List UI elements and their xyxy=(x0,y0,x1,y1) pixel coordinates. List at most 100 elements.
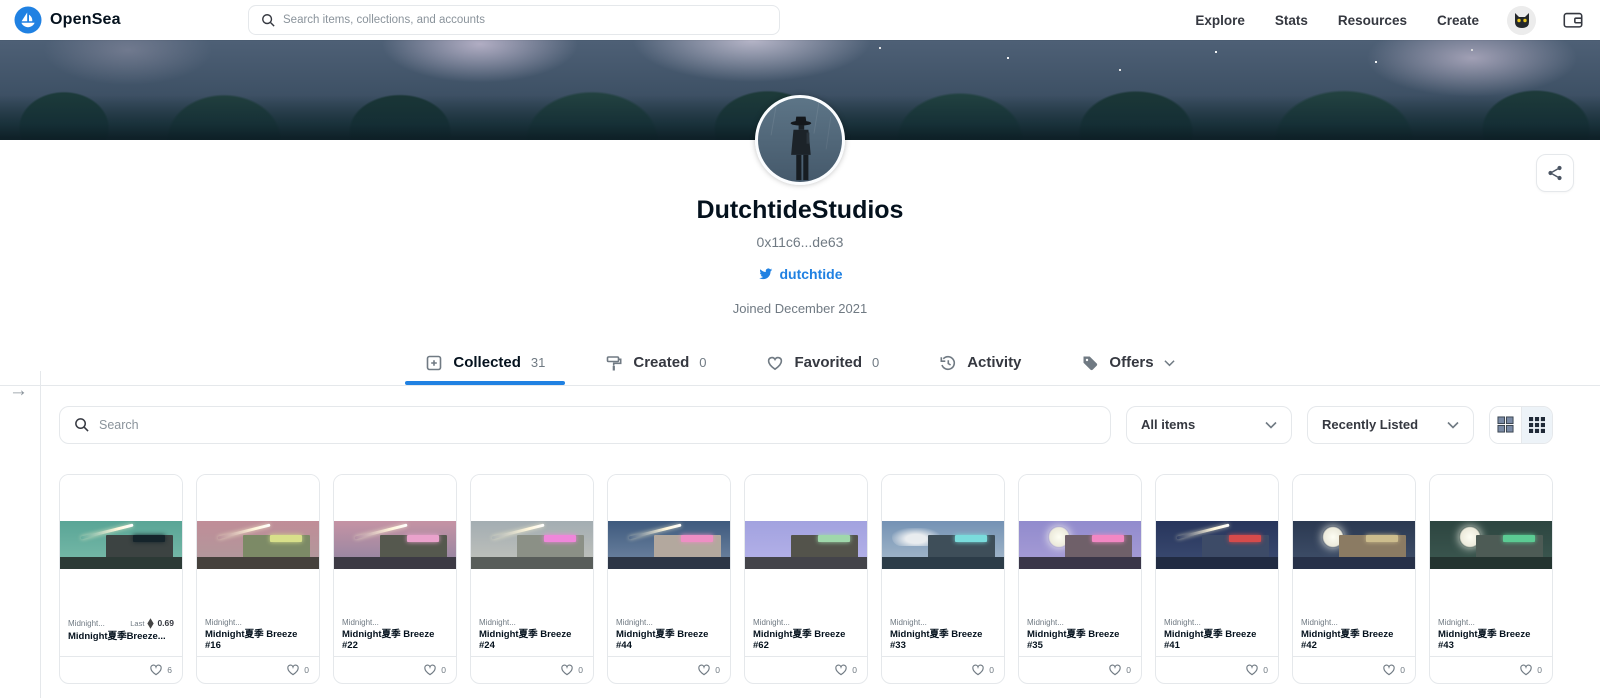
grid-small-view-button[interactable] xyxy=(1520,406,1552,443)
heart-tab-icon xyxy=(768,356,783,370)
nft-artwork xyxy=(334,520,456,569)
grid-2x2-icon xyxy=(1497,416,1514,433)
wallet-icon[interactable] xyxy=(1562,9,1584,31)
tab-favorited[interactable]: Favorited 0 xyxy=(760,341,885,385)
tab-activity[interactable]: Activity xyxy=(933,341,1027,385)
heart-icon[interactable] xyxy=(697,663,711,676)
collection-name: Midnight... xyxy=(205,617,242,627)
nft-card[interactable]: Midnight... Midnight夏季 Breeze #44 0 xyxy=(607,473,731,684)
nft-title: Midnight夏季 Breeze #24 xyxy=(479,628,572,651)
nft-card[interactable]: Midnight... Midnight夏季 Breeze #42 0 xyxy=(1292,473,1416,684)
heart-icon[interactable] xyxy=(1245,663,1259,676)
card-info: Midnight... Midnight夏季 Breeze #33 xyxy=(882,615,1004,656)
search-icon xyxy=(262,14,275,27)
joined-date: Joined December 2021 xyxy=(732,300,868,316)
wallet-address[interactable]: 0x11c6...de63 xyxy=(0,234,1600,250)
neon-sign-art xyxy=(1366,534,1398,542)
nft-card[interactable]: Midnight... Midnight夏季 Breeze #43 0 xyxy=(1429,473,1553,684)
global-search-input[interactable] xyxy=(283,14,767,26)
nav-explore[interactable]: Explore xyxy=(1195,13,1245,28)
profile-tabs: Collected 31 Created 0 Favorited 0 Activ… xyxy=(0,341,1600,386)
tab-created[interactable]: Created 0 xyxy=(599,341,712,385)
heart-icon[interactable] xyxy=(1108,663,1122,676)
card-info: Midnight... Midnight夏季 Breeze #35 xyxy=(1019,615,1141,656)
category-selected: All items xyxy=(1141,417,1196,432)
global-search[interactable] xyxy=(248,5,780,35)
created-count: 0 xyxy=(699,355,707,370)
tab-collected[interactable]: Collected 31 xyxy=(405,341,566,385)
card-footer: 0 xyxy=(608,655,730,683)
collection-name: Midnight... xyxy=(1301,617,1338,627)
card-info: Midnight... Midnight夏季 Breeze #44 xyxy=(608,615,730,656)
ground-art xyxy=(1293,556,1415,569)
card-footer: 6 xyxy=(60,655,182,683)
card-footer: 0 xyxy=(334,655,456,683)
nft-card[interactable]: Midnight... Midnight夏季 Breeze #16 0 xyxy=(196,473,320,684)
neon-sign-art xyxy=(681,534,713,542)
ground-art xyxy=(471,556,593,569)
card-info: Midnight... Midnight夏季 Breeze #43 xyxy=(1430,615,1552,656)
share-button[interactable] xyxy=(1536,154,1574,192)
neon-sign-art xyxy=(407,534,439,542)
nft-card[interactable]: Midnight... Midnight夏季 Breeze #35 0 xyxy=(1018,473,1142,684)
nft-title: Midnight夏季 Breeze #41 xyxy=(1164,628,1257,651)
profile-avatar[interactable] xyxy=(755,95,845,185)
card-footer: 0 xyxy=(882,655,1004,683)
header-nav: Explore Stats Resources Create xyxy=(1165,5,1584,35)
nft-card[interactable]: Midnight... Midnight夏季 Breeze #24 0 xyxy=(470,473,594,684)
heart-icon[interactable] xyxy=(286,663,300,676)
filter-bar: All items Recently Listed xyxy=(59,405,1553,444)
card-footer: 0 xyxy=(1156,655,1278,683)
heart-icon[interactable] xyxy=(1519,663,1533,676)
heart-icon[interactable] xyxy=(971,663,985,676)
last-price-label: Last xyxy=(130,618,145,628)
opensea-logo[interactable]: OpenSea xyxy=(14,6,121,34)
nav-stats[interactable]: Stats xyxy=(1275,13,1308,28)
tag-icon xyxy=(1083,356,1098,370)
share-icon xyxy=(1548,165,1562,181)
nft-card[interactable]: Midnight... Midnight夏季 Breeze #62 0 xyxy=(744,473,868,684)
sort-dropdown[interactable]: Recently Listed xyxy=(1307,405,1474,444)
nft-title: Midnight夏季 Breeze #44 xyxy=(616,628,709,651)
tab-offers[interactable]: Offers xyxy=(1075,341,1180,385)
cat-avatar-icon xyxy=(1507,5,1536,35)
like-count: 0 xyxy=(1400,664,1405,675)
twitter-link[interactable]: dutchtide xyxy=(758,266,843,282)
nav-create[interactable]: Create xyxy=(1437,13,1479,28)
heart-icon[interactable] xyxy=(560,663,574,676)
heart-icon[interactable] xyxy=(149,663,163,676)
card-info: Midnight... Midnight夏季 Breeze #24 xyxy=(471,615,593,656)
nft-card[interactable]: Midnight... Midnight夏季 Breeze #33 0 xyxy=(881,473,1005,684)
nft-image xyxy=(471,474,593,615)
nav-resources[interactable]: Resources xyxy=(1338,13,1407,28)
heart-icon[interactable] xyxy=(1382,663,1396,676)
nft-artwork xyxy=(1430,520,1552,569)
nft-image xyxy=(1430,474,1552,615)
card-info: Midnight... Last 0.69 Midnight夏季Breeze..… xyxy=(60,615,182,656)
chevron-down-icon xyxy=(1163,359,1175,366)
nft-artwork xyxy=(1156,520,1278,569)
ground-art xyxy=(1019,556,1141,569)
nft-card[interactable]: Midnight... Last 0.69 Midnight夏季Breeze..… xyxy=(59,473,183,684)
category-dropdown[interactable]: All items xyxy=(1126,405,1292,444)
heart-icon[interactable] xyxy=(834,663,848,676)
brand-name: OpenSea xyxy=(50,11,121,28)
items-search[interactable] xyxy=(59,405,1111,444)
card-info: Midnight... Midnight夏季 Breeze #22 xyxy=(334,615,456,656)
heart-icon[interactable] xyxy=(423,663,437,676)
opensea-logo-icon xyxy=(14,6,42,34)
grid-large-view-button[interactable] xyxy=(1490,406,1521,443)
nft-image xyxy=(60,474,182,615)
nft-image xyxy=(882,474,1004,615)
created-icon xyxy=(607,355,622,370)
like-count: 0 xyxy=(441,664,446,675)
nft-card[interactable]: Midnight... Midnight夏季 Breeze #41 0 xyxy=(1155,473,1279,684)
nft-card[interactable]: Midnight... Midnight夏季 Breeze #22 0 xyxy=(333,473,457,684)
collection-name: Midnight... xyxy=(616,617,653,627)
card-footer: 0 xyxy=(471,655,593,683)
account-avatar[interactable] xyxy=(1507,5,1536,35)
items-search-input[interactable] xyxy=(99,417,1096,432)
twitter-icon xyxy=(758,267,772,279)
card-footer: 0 xyxy=(197,655,319,683)
expand-sidebar-arrow[interactable]: → xyxy=(9,380,28,402)
